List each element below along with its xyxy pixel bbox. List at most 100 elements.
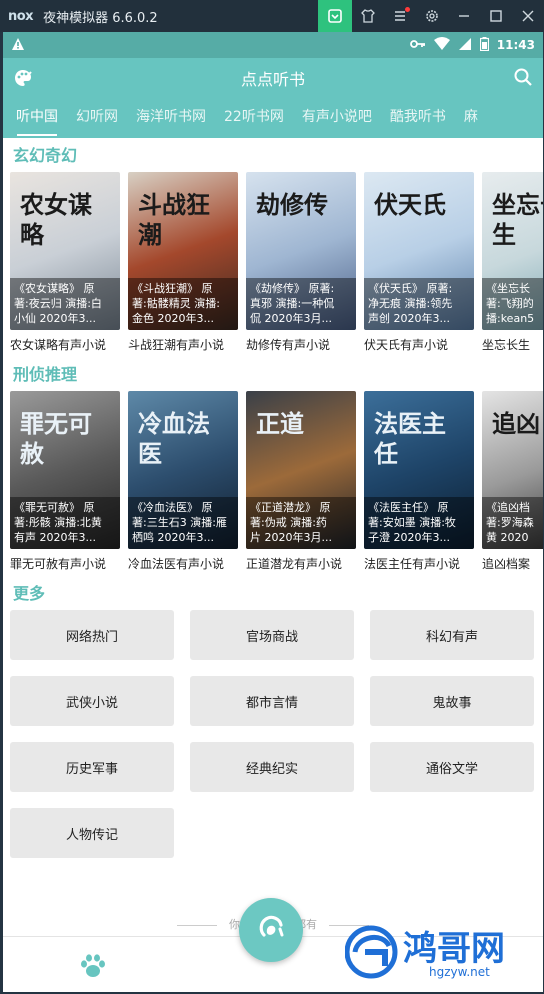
palette-icon[interactable] [13,68,33,92]
book-info-line: 净无痕 演播:领先 [368,297,453,310]
book-card[interactable]: 罪无可赦 《罪无可赦》 原著:彤骸 演播:北黄 有声 2020年3... 罪无可赦有声… [10,391,120,572]
cover-title: 斗战狂潮 [138,190,210,249]
book-info-line: 著:彤骸 演播:北黄 [14,516,102,529]
book-cover[interactable]: 罪无可赦 《罪无可赦》 原著:彤骸 演播:北黄 有声 2020年3... [10,391,120,549]
notification-dot [405,7,410,12]
tab-tingzhongguo[interactable]: 听中国 [7,98,67,138]
gear-icon[interactable] [416,0,448,32]
book-info-line: 黄 2020 [486,531,529,544]
cover-title: 坐忘长生 [492,190,543,249]
tab-more-partial[interactable]: 麻 [455,98,487,138]
book-info-overlay: 《罪无可赦》 原著:彤骸 演播:北黄 有声 2020年3... [10,497,120,549]
book-info-line: 栖鸣 2020年3... [132,531,214,544]
book-info-overlay: 《坐忘长 著:飞翔的 播:kean5 [482,278,543,330]
book-info-line: 《劫修传》 原著: [250,282,335,295]
book-card[interactable]: 劫修传 《劫修传》 原著: 真邪 演播:一种侃侃 2020年3月... 劫修传有声小说 [246,172,356,353]
category-button[interactable]: 人物传记 [10,808,174,858]
book-card[interactable]: 冷血法医 《冷血法医》 原著:三生石3 演播:雁 栖鸣 2020年3... 冷血法医有… [128,391,238,572]
book-cover[interactable]: 农女谋略《农女谋略》 原著:夜云归 演播:白 小仙 2020年3... [10,172,120,330]
minimize-icon[interactable] [448,0,480,32]
category-button[interactable]: 网络热门 [10,610,174,660]
section-title-more: 更多 [13,584,46,603]
book-cover[interactable]: 坐忘长生《坐忘长著:飞翔的播:kean5 [482,172,543,330]
book-cover[interactable]: 冷血法医 《冷血法医》 原著:三生石3 演播:雁 栖鸣 2020年3... [128,391,238,549]
book-cover[interactable]: 法医主任 《法医主任》 原著:安如墨 演播:牧 子澄 2020年3... [364,391,474,549]
watermark-text: 鸿哥网 [403,929,505,969]
book-card[interactable]: 伏天氏《伏天氏》 原著: 净无痕 演播:领先 声创 2020年3... 伏天氏有声小说 [364,172,474,353]
book-card[interactable]: 坐忘长生《坐忘长著:飞翔的播:kean5坐忘长生 [482,172,543,353]
menu-icon[interactable] [384,0,416,32]
book-info-line: 有声 2020年3... [14,531,96,544]
nox-logo: nox [8,8,34,24]
book-info-overlay: 《农女谋略》 原著:夜云归 演播:白 小仙 2020年3... [10,278,120,330]
book-info-line: 著:骷髅精灵 演播: [132,297,220,310]
section-title-xingzhen: 刑侦推理 [13,365,78,384]
category-button[interactable]: 科幻有声 [370,610,534,660]
book-cover[interactable]: 斗战狂潮《斗战狂潮》 原著:骷髅精灵 演播: 金色 2020年3... [128,172,238,330]
clock: 11:43 [496,38,535,52]
close-icon[interactable] [512,0,544,32]
book-info-overlay: 《正道潜龙》 原著:伪戒 演播:药片 2020年3月... [246,497,356,549]
category-button[interactable]: 官场商战 [190,610,354,660]
maximize-icon[interactable] [480,0,512,32]
cover-title: 伏天氏 [374,190,446,219]
key-icon [409,38,426,53]
player-fab-button[interactable] [239,898,303,962]
category-button[interactable]: 通俗文学 [370,742,534,792]
book-title: 伏天氏有声小说 [364,338,449,352]
app-title: 点点听书 [240,70,305,89]
tab-youshengxiaoshuoba[interactable]: 有声小说吧 [293,98,381,138]
book-cover[interactable]: 劫修传《劫修传》 原著: 真邪 演播:一种侃侃 2020年3月... [246,172,356,330]
book-info-line: 声创 2020年3... [368,312,450,325]
battery-icon [479,36,489,54]
watermark-logo: 鸿哥网 hgzyw.net [344,925,505,979]
book-card[interactable]: 法医主任 《法医主任》 原著:安如墨 演播:牧 子澄 2020年3... 法医主任有声… [364,391,474,572]
book-info-line: 《罪无可赦》 原 [14,501,95,514]
category-button[interactable]: 武侠小说 [10,676,174,726]
book-title: 农女谋略有声小说 [10,338,107,352]
book-info-overlay: 《伏天氏》 原著: 净无痕 演播:领先 声创 2020年3... [364,278,474,330]
shirt-icon[interactable] [352,0,384,32]
book-card[interactable]: 农女谋略《农女谋略》 原著:夜云归 演播:白 小仙 2020年3... 农女谋略有声… [10,172,120,353]
book-info-line: 真邪 演播:一种侃 [250,297,335,310]
category-button[interactable]: 历史军事 [10,742,174,792]
category-grid: 网络热门 官场商战 科幻有声 武侠小说 都市言情 鬼故事 历史军事 经典纪实 通… [3,606,543,858]
book-card[interactable]: 斗战狂潮《斗战狂潮》 原著:骷髅精灵 演播: 金色 2020年3... 斗战狂潮有声… [128,172,238,353]
book-title: 斗战狂潮有声小说 [128,338,225,352]
tab-huantingwang[interactable]: 幻听网 [67,98,127,138]
emulator-title-bar: nox 夜神模拟器 6.6.0.2 [0,0,544,32]
cover-title: 法医主任 [374,409,446,468]
book-row-xingzhen: 罪无可赦 《罪无可赦》 原著:彤骸 演播:北黄 有声 2020年3... 罪无可赦有声… [3,391,543,572]
book-info-overlay: 《劫修传》 原著: 真邪 演播:一种侃侃 2020年3月... [246,278,356,330]
keyboard-icon[interactable] [318,0,352,32]
cover-title: 农女谋略 [20,190,92,249]
emulator-window: nox 夜神模拟器 6.6.0.2 11:43 点点听书 听中国 幻听网 海洋听… [0,0,544,994]
paw-icon[interactable] [79,953,107,983]
cover-title: 劫修传 [256,190,328,219]
headphone-icon [254,911,288,949]
book-info-overlay: 《斗战狂潮》 原著:骷髅精灵 演播: 金色 2020年3... [128,278,238,330]
cover-title: 正道 [256,409,304,438]
book-info-line: 《斗战狂潮》 原 [132,282,213,295]
book-card[interactable]: 追凶 《追凶档 著:罗海森黄 2020 追凶档案 [482,391,543,572]
category-button[interactable]: 经典纪实 [190,742,354,792]
watermark-url: hgzyw.net [429,965,490,979]
book-info-line: 著:夜云归 演播:白 [14,297,102,310]
book-info-line: 《追凶档 [486,501,530,514]
book-info-overlay: 《冷血法医》 原著:三生石3 演播:雁 栖鸣 2020年3... [128,497,238,549]
book-info-line: 侃 2020年3月... [250,312,332,325]
search-icon[interactable] [513,67,533,91]
tab-kuwo[interactable]: 酷我听书 [381,98,455,138]
book-title: 坐忘长生 [482,338,531,352]
tab-22tingshu[interactable]: 22听书网 [215,98,293,138]
category-button[interactable]: 都市言情 [190,676,354,726]
book-info-line: 《法医主任》 原 [368,501,449,514]
book-info-line: 《正道潜龙》 原 [250,501,331,514]
book-cover[interactable]: 正道《正道潜龙》 原著:伪戒 演播:药片 2020年3月... [246,391,356,549]
category-button[interactable]: 鬼故事 [370,676,534,726]
book-info-line: 著:安如墨 演播:牧 [368,516,456,529]
book-cover[interactable]: 伏天氏《伏天氏》 原著: 净无痕 演播:领先 声创 2020年3... [364,172,474,330]
book-cover[interactable]: 追凶 《追凶档 著:罗海森黄 2020 [482,391,543,549]
book-card[interactable]: 正道 《正道潜龙》 原著:伪戒 演播:药片 2020年3月... 正道潜龙有声小说 [246,391,356,572]
tab-haiyang[interactable]: 海洋听书网 [127,98,215,138]
